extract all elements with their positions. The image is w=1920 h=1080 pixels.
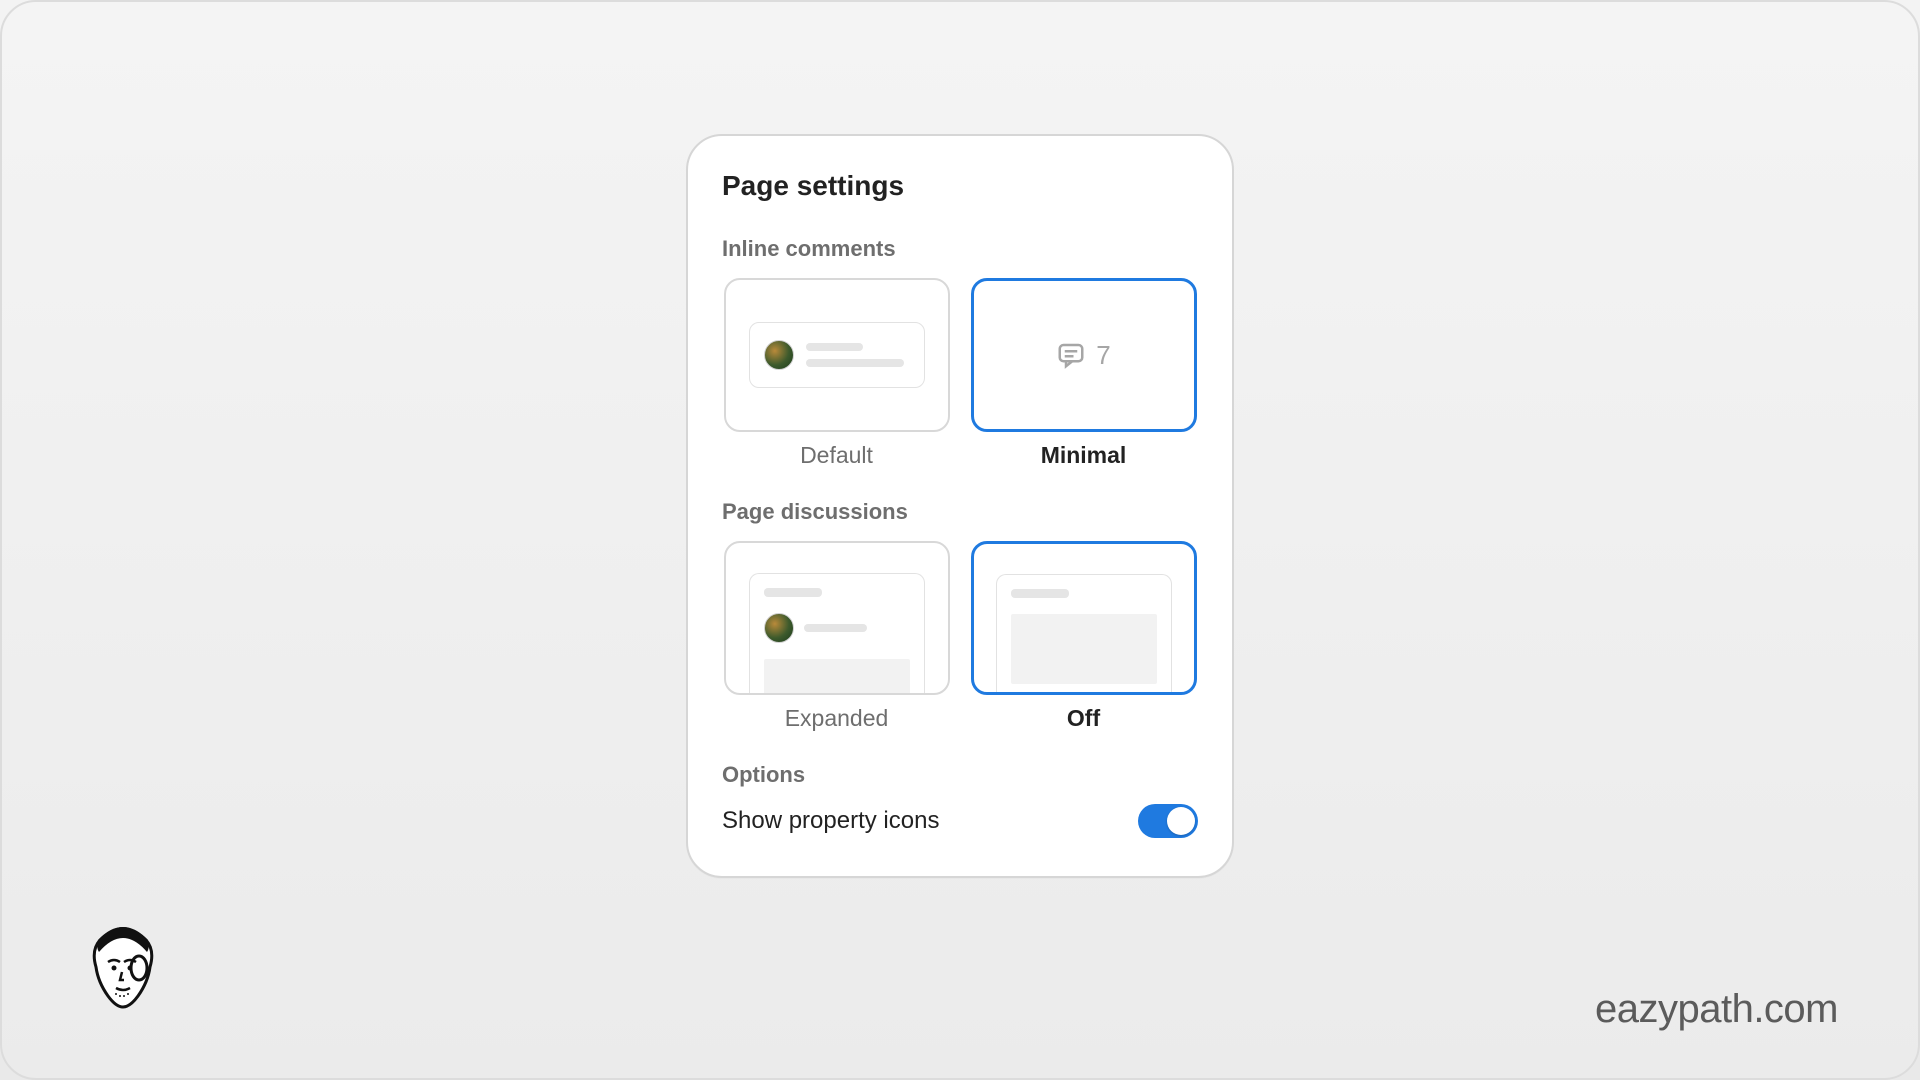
watermark-text: eazypath.com xyxy=(1595,987,1838,1032)
placeholder-line xyxy=(806,359,905,367)
page-discussions-option-off[interactable] xyxy=(971,541,1197,695)
placeholder-line xyxy=(1011,589,1069,598)
toggle-knob xyxy=(1167,807,1195,835)
show-property-icons-label: Show property icons xyxy=(722,807,939,835)
placeholder-line xyxy=(764,588,822,597)
page-discussions-expanded-caption: Expanded xyxy=(785,705,889,732)
placeholder-line xyxy=(804,624,868,632)
expanded-preview xyxy=(749,573,925,695)
inline-comments-option-minimal[interactable]: 7 xyxy=(971,278,1197,432)
comment-icon xyxy=(1056,340,1086,370)
inline-comments-minimal-caption: Minimal xyxy=(1041,442,1127,469)
minimal-preview: 7 xyxy=(1056,340,1110,371)
inline-comments-options: Default 7 Minimal xyxy=(722,278,1198,469)
page-discussions-options: Expanded Off xyxy=(722,541,1198,732)
page-discussions-off-caption: Off xyxy=(1067,705,1100,732)
placeholder-line xyxy=(806,343,863,351)
avatar-icon xyxy=(764,613,794,643)
author-avatar xyxy=(80,922,166,1022)
inline-comments-option-default[interactable] xyxy=(724,278,950,432)
show-property-icons-toggle[interactable] xyxy=(1138,804,1198,838)
default-preview xyxy=(749,322,925,388)
placeholder-block xyxy=(1011,614,1157,684)
inline-comments-default-caption: Default xyxy=(800,442,873,469)
placeholder-block xyxy=(764,659,910,695)
card-title: Page settings xyxy=(722,170,1198,202)
inline-comments-label: Inline comments xyxy=(722,236,1198,262)
page-discussions-option-expanded[interactable] xyxy=(724,541,950,695)
off-preview xyxy=(996,574,1172,695)
app-frame: Page settings Inline comments Default xyxy=(0,0,1920,1080)
options-label: Options xyxy=(722,762,1198,788)
avatar-icon xyxy=(764,340,794,370)
page-discussions-label: Page discussions xyxy=(722,499,1198,525)
comment-count: 7 xyxy=(1096,340,1110,371)
page-settings-card: Page settings Inline comments Default xyxy=(686,134,1234,878)
